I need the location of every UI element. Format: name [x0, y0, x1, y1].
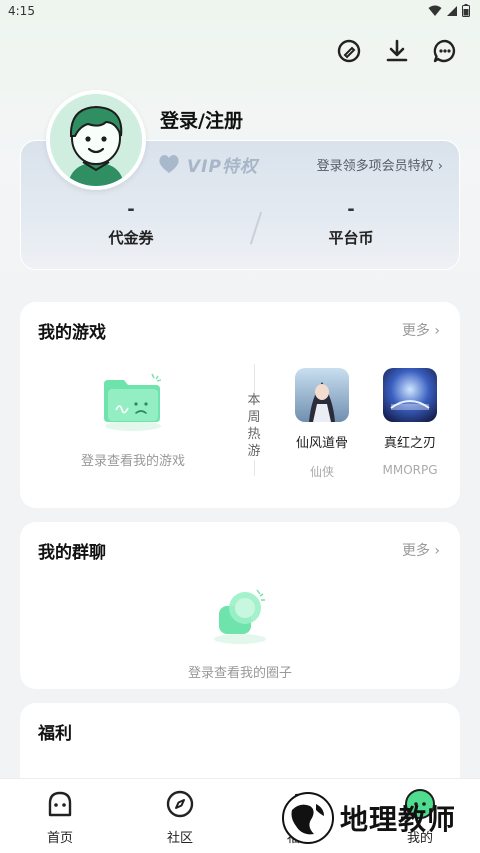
- watermark: 地理教师: [280, 790, 456, 846]
- my-groups-title: 我的群聊: [38, 543, 106, 563]
- watermark-text: 地理教师: [340, 803, 457, 836]
- game-thumbnail: [383, 368, 437, 422]
- coupon-value: -: [127, 199, 135, 220]
- my-groups-empty-text: 登录查看我的圈子: [187, 666, 292, 681]
- hot-game-name: 真红之刃: [383, 436, 436, 451]
- signal-icon: [447, 5, 457, 16]
- empty-folder-icon: [104, 373, 162, 431]
- tab-community-label: 社区: [166, 831, 193, 846]
- download-button[interactable]: [382, 36, 412, 66]
- platform-coin-label: 平台币: [328, 229, 374, 247]
- game-thumbnail: [295, 368, 349, 422]
- watermark-logo-icon: [282, 792, 334, 844]
- hot-game-item[interactable]: 仙风道骨 仙侠: [282, 368, 362, 480]
- hot-game-item[interactable]: 真红之刃 MMORPG: [370, 368, 450, 477]
- my-games-empty[interactable]: 登录查看我的游戏: [20, 370, 246, 469]
- my-games-empty-text: 登录查看我的游戏: [80, 454, 185, 469]
- my-games-more-link[interactable]: 更多 ›: [402, 320, 440, 340]
- vip-badge: VIP特权: [157, 152, 258, 177]
- coupon-stat[interactable]: - 代金券: [51, 199, 211, 248]
- status-icons: [428, 4, 470, 17]
- battery-icon: [462, 4, 470, 17]
- my-games-title: 我的游戏: [38, 323, 106, 343]
- my-games-panel: 我的游戏 更多 › 登录查看我的游戏 本周热游 仙风道骨 仙侠 真红之刃 MMO…: [20, 302, 460, 508]
- hot-game-tag: 仙侠: [309, 465, 334, 479]
- login-register-link[interactable]: 登录/注册: [160, 106, 243, 133]
- welfare-title: 福利: [38, 724, 72, 744]
- vip-badge-text: VIP特权: [187, 156, 258, 177]
- top-actions: [334, 36, 460, 66]
- hot-games-label: 本周热游: [246, 392, 262, 460]
- vip-heart-icon: [159, 155, 179, 173]
- message-icon: [433, 39, 456, 63]
- edit-button[interactable]: [334, 36, 364, 66]
- my-groups-empty[interactable]: 登录查看我的圈子: [20, 582, 460, 681]
- avatar-boy-icon: [50, 94, 142, 186]
- hot-game-tag: MMORPG: [382, 463, 438, 477]
- tab-home[interactable]: 首页: [30, 789, 90, 846]
- home-icon: [48, 791, 72, 817]
- platform-coin-value: -: [347, 199, 355, 220]
- download-icon: [386, 39, 408, 62]
- compass-icon: [166, 790, 194, 818]
- status-time: 4:15: [8, 4, 35, 18]
- my-groups-more-link[interactable]: 更多 ›: [402, 540, 440, 560]
- stat-divider: [249, 211, 263, 245]
- tab-home-label: 首页: [46, 831, 73, 846]
- hot-game-name: 仙风道骨: [295, 436, 348, 451]
- vip-strip[interactable]: VIP特权 登录领多项会员特权 ›: [151, 149, 451, 179]
- edit-icon: [337, 39, 361, 63]
- tab-community[interactable]: 社区: [150, 789, 210, 846]
- empty-circle-icon: [214, 589, 266, 644]
- status-bar: 4:15: [0, 0, 480, 22]
- avatar[interactable]: [46, 90, 146, 190]
- vip-promo-link[interactable]: 登录领多项会员特权 ›: [317, 155, 451, 174]
- platform-coin-stat[interactable]: - 平台币: [271, 199, 431, 248]
- coupon-label: 代金券: [108, 229, 154, 247]
- message-button[interactable]: [430, 36, 460, 66]
- my-groups-panel: 我的群聊 更多 › 登录查看我的圈子: [20, 522, 460, 689]
- wifi-icon: [428, 5, 442, 16]
